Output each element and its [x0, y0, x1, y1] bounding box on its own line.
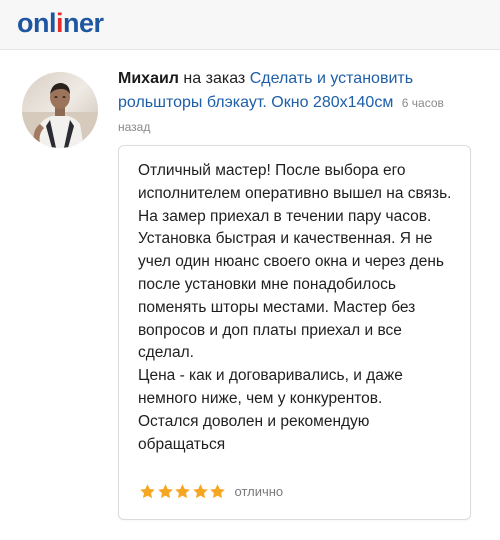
avatar[interactable] [22, 72, 98, 148]
logo-accent: i [56, 8, 64, 38]
star-icon [210, 483, 225, 498]
star-icon [175, 483, 190, 498]
rating-stars [139, 483, 227, 500]
review-bubble: Отличный мастер! После выбора его исполн… [118, 145, 471, 520]
star-icon [140, 483, 155, 498]
logo-part2: ner [63, 8, 104, 38]
rating-label: отлично [234, 483, 284, 499]
review-author[interactable]: Михаил [118, 70, 179, 87]
review-text: Отличный мастер! После выбора его исполн… [138, 162, 452, 453]
review-order-prefix: на заказ [183, 70, 246, 87]
logo-part1: onl [17, 8, 57, 38]
review-rating: отлично [139, 480, 283, 502]
star-icon [192, 483, 208, 498]
review-meta: Михаил на заказ Сделать и установить рол… [118, 67, 478, 139]
onliner-logo[interactable]: onliner [17, 7, 104, 39]
user-avatar-icon [22, 72, 98, 148]
site-header: onliner [0, 0, 500, 50]
star-icon [157, 483, 173, 498]
